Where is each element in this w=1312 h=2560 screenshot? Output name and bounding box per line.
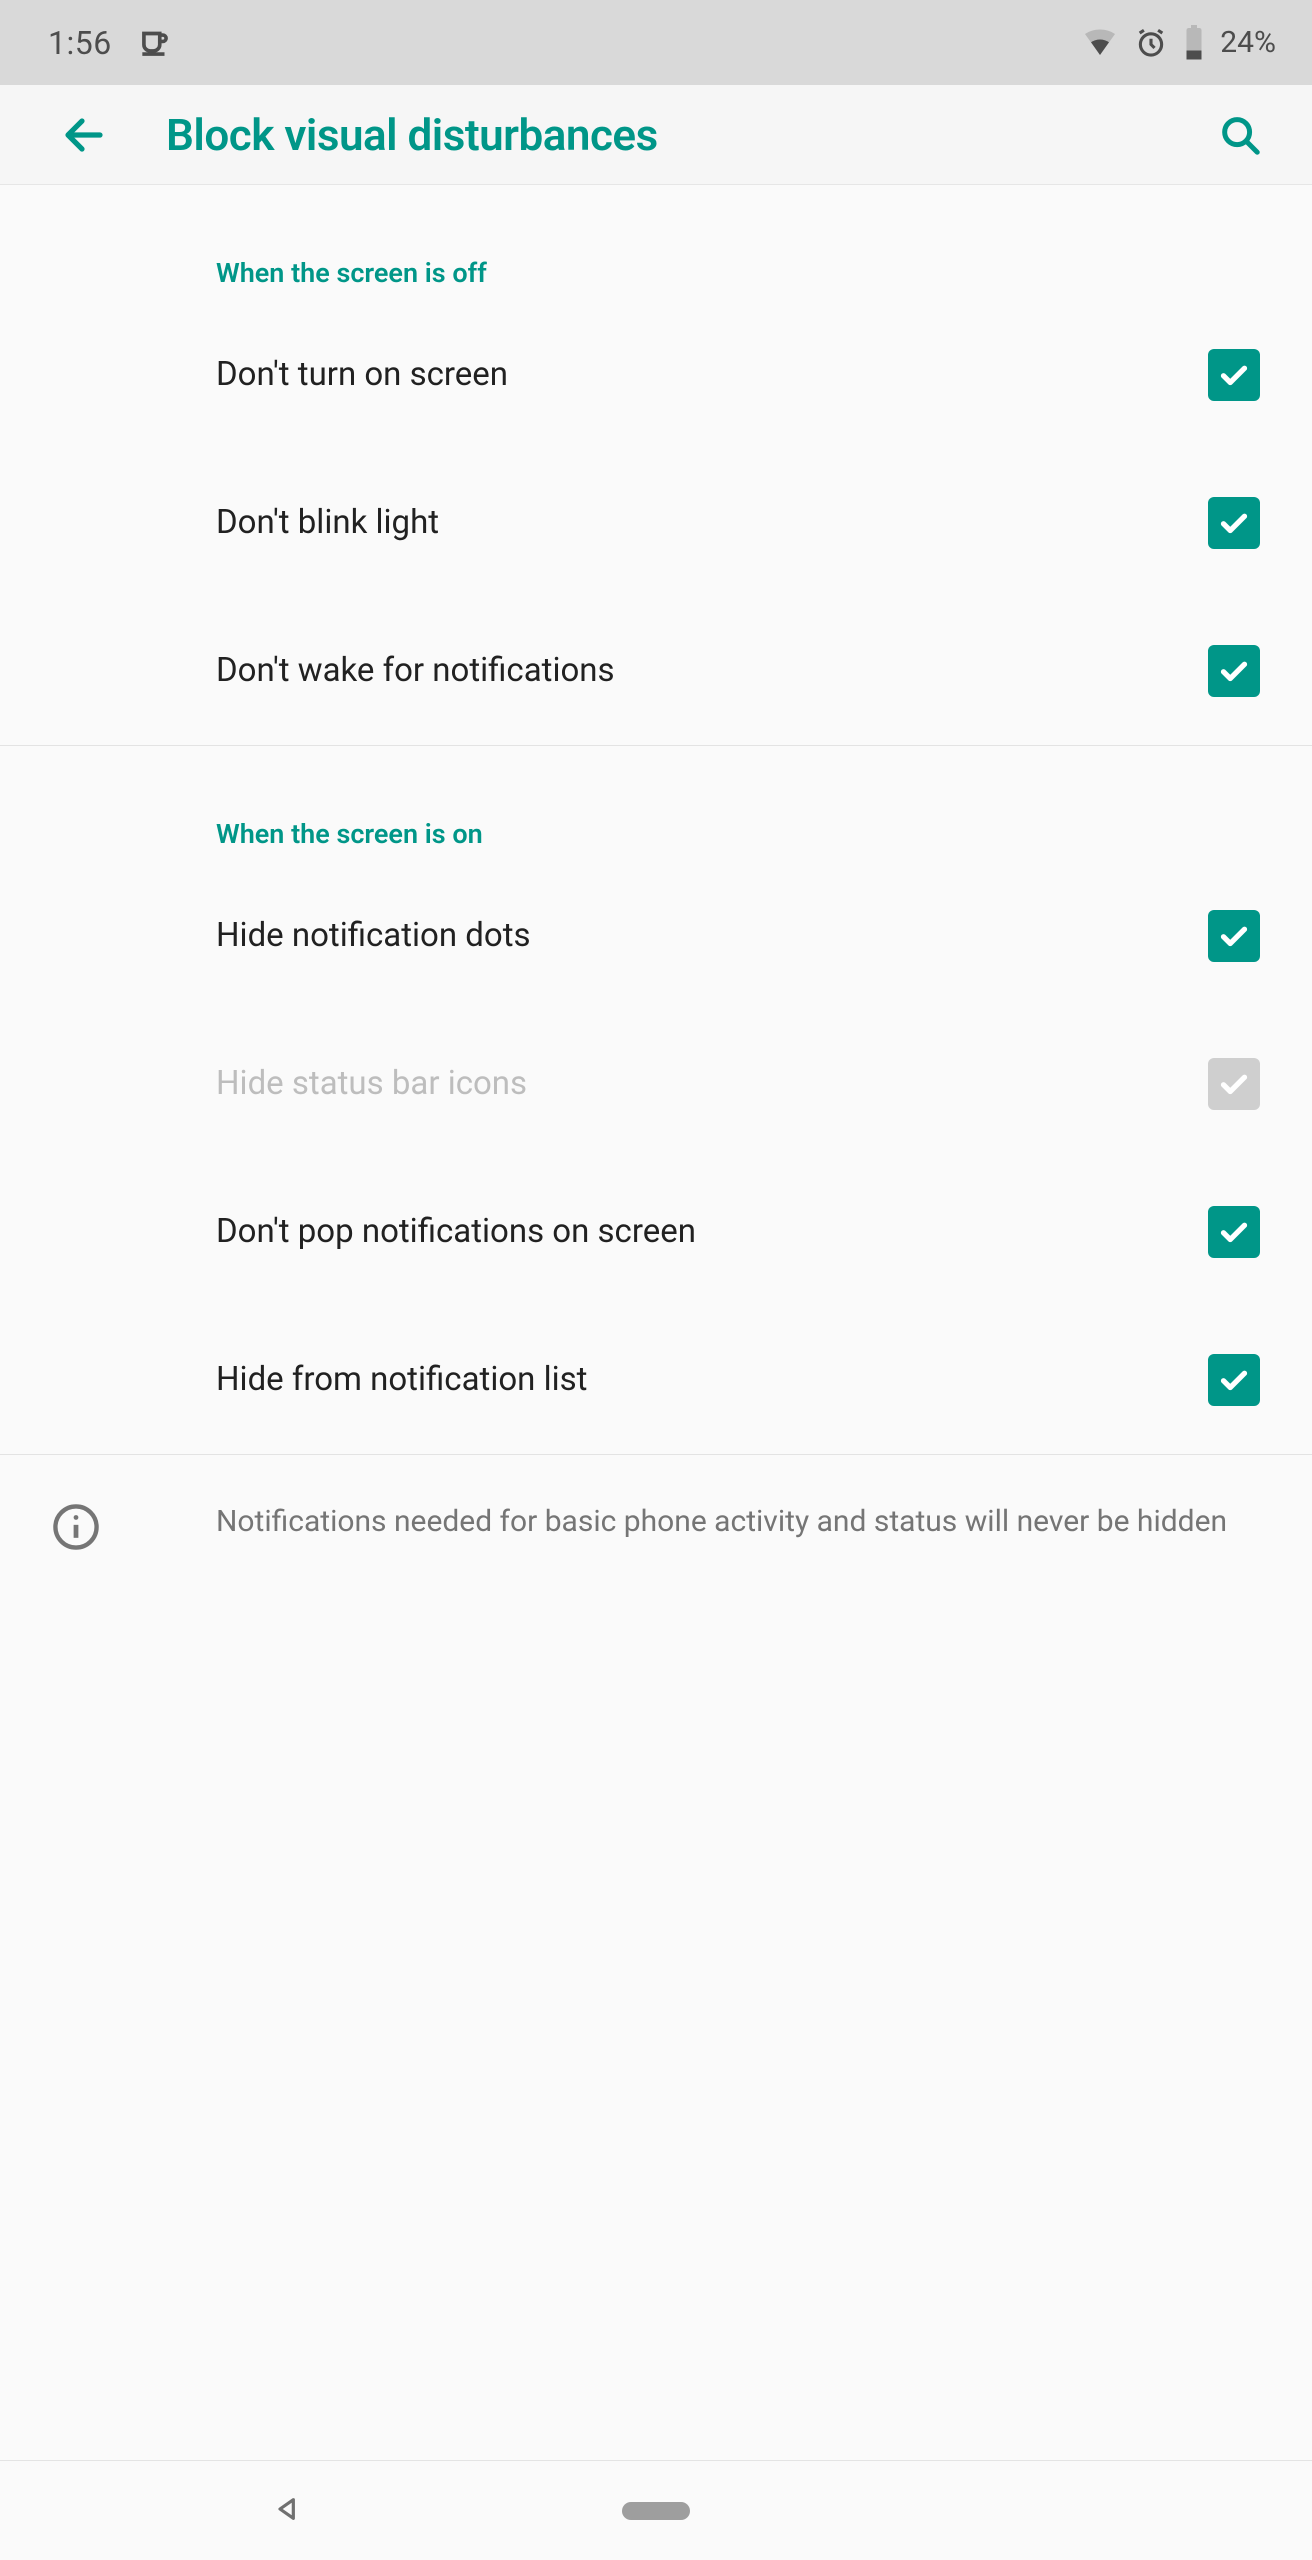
checkmark-icon bbox=[1216, 918, 1252, 954]
checkbox-dont-blink-light[interactable] bbox=[1208, 497, 1260, 549]
battery-percentage: 24% bbox=[1220, 25, 1276, 60]
section-screen-on: When the screen is on Hide notification … bbox=[0, 746, 1312, 1455]
info-icon bbox=[48, 1499, 104, 1555]
page-title: Block visual disturbances bbox=[166, 109, 1204, 161]
row-dont-wake-notifications[interactable]: Don't wake for notifications bbox=[0, 597, 1312, 745]
coffee-icon bbox=[136, 24, 174, 62]
nav-home-pill[interactable] bbox=[622, 2502, 690, 2520]
row-label: Hide status bar icons bbox=[216, 1063, 1208, 1106]
search-button[interactable] bbox=[1204, 99, 1276, 171]
checkbox-hide-notification-dots[interactable] bbox=[1208, 910, 1260, 962]
checkmark-icon bbox=[1216, 357, 1252, 393]
row-label: Don't turn on screen bbox=[216, 354, 1208, 397]
row-dont-pop-notifications[interactable]: Don't pop notifications on screen bbox=[0, 1158, 1312, 1306]
row-label: Hide from notification list bbox=[216, 1359, 1208, 1402]
row-hide-notification-dots[interactable]: Hide notification dots bbox=[0, 862, 1312, 1010]
checkbox-hide-from-notification-list[interactable] bbox=[1208, 1354, 1260, 1406]
checkmark-icon bbox=[1216, 1214, 1252, 1250]
status-right: 24% bbox=[1082, 25, 1276, 61]
row-label: Hide notification dots bbox=[216, 915, 1208, 958]
status-time: 1:56 bbox=[48, 24, 112, 62]
row-label: Don't wake for notifications bbox=[216, 650, 1208, 693]
row-dont-blink-light[interactable]: Don't blink light bbox=[0, 449, 1312, 597]
checkbox-dont-pop-notifications[interactable] bbox=[1208, 1206, 1260, 1258]
alarm-icon bbox=[1134, 26, 1168, 60]
back-button[interactable] bbox=[48, 99, 120, 171]
section-header-screen-on: When the screen is on bbox=[0, 746, 1312, 862]
row-hide-from-notification-list[interactable]: Hide from notification list bbox=[0, 1306, 1312, 1454]
arrow-left-icon bbox=[60, 111, 108, 159]
checkbox-dont-wake-notifications[interactable] bbox=[1208, 645, 1260, 697]
nav-back-button[interactable] bbox=[272, 2493, 304, 2529]
checkmark-icon bbox=[1216, 505, 1252, 541]
row-dont-turn-on-screen[interactable]: Don't turn on screen bbox=[0, 301, 1312, 449]
section-header-screen-off: When the screen is off bbox=[0, 185, 1312, 301]
system-status-bar: 1:56 bbox=[0, 0, 1312, 85]
row-label: Don't pop notifications on screen bbox=[216, 1211, 1208, 1254]
checkbox-dont-turn-on-screen[interactable] bbox=[1208, 349, 1260, 401]
wifi-icon bbox=[1082, 25, 1118, 61]
search-icon bbox=[1217, 112, 1263, 158]
section-screen-off: When the screen is off Don't turn on scr… bbox=[0, 185, 1312, 746]
row-label: Don't blink light bbox=[216, 502, 1208, 545]
info-footer: Notifications needed for basic phone act… bbox=[0, 1455, 1312, 1599]
checkmark-icon bbox=[1216, 1066, 1252, 1102]
content: When the screen is off Don't turn on scr… bbox=[0, 185, 1312, 2460]
status-left: 1:56 bbox=[48, 24, 174, 62]
battery-icon bbox=[1184, 25, 1204, 61]
row-hide-status-bar-icons: Hide status bar icons bbox=[0, 1010, 1312, 1158]
checkmark-icon bbox=[1216, 653, 1252, 689]
triangle-left-icon bbox=[272, 2493, 304, 2525]
system-nav-bar bbox=[0, 2460, 1312, 2560]
checkmark-icon bbox=[1216, 1362, 1252, 1398]
app-bar: Block visual disturbances bbox=[0, 85, 1312, 185]
checkbox-hide-status-bar-icons bbox=[1208, 1058, 1260, 1110]
info-text: Notifications needed for basic phone act… bbox=[152, 1499, 1227, 1543]
